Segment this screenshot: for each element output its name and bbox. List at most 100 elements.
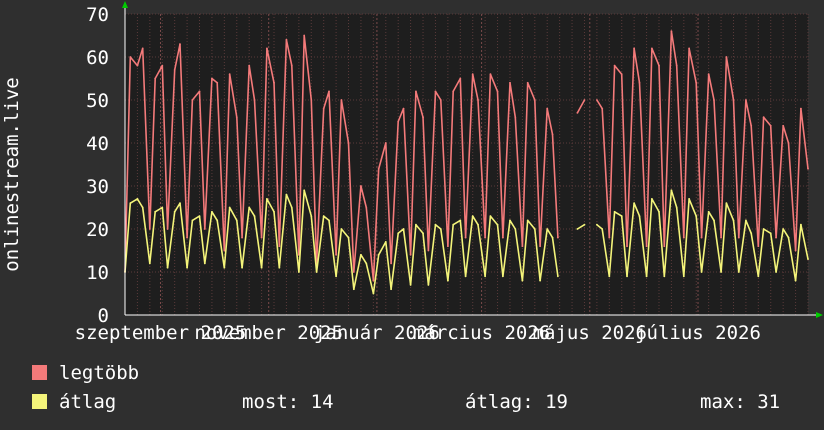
data-point bbox=[360, 185, 362, 187]
data-point bbox=[191, 99, 194, 101]
y-tick-label: 60 bbox=[86, 47, 109, 69]
data-point bbox=[576, 228, 579, 230]
data-point bbox=[576, 112, 579, 114]
data-point bbox=[645, 245, 648, 248]
data-point bbox=[434, 90, 437, 93]
legend-swatch-max bbox=[32, 365, 47, 380]
stat-max-value: 31 bbox=[757, 391, 781, 413]
data-point bbox=[179, 202, 181, 205]
data-point bbox=[546, 228, 549, 230]
y-tick-label: 40 bbox=[86, 133, 109, 155]
data-point bbox=[384, 142, 387, 144]
data-point bbox=[322, 107, 325, 110]
data-point bbox=[762, 228, 765, 230]
data-point bbox=[787, 236, 790, 239]
data-point bbox=[141, 206, 144, 209]
data-point bbox=[682, 236, 685, 239]
data-point bbox=[775, 236, 777, 239]
data-point bbox=[328, 219, 330, 222]
data-point bbox=[725, 56, 728, 58]
data-point bbox=[278, 266, 281, 269]
data-point bbox=[248, 64, 251, 67]
y-axis-label: onlinestream.live bbox=[1, 77, 23, 271]
data-point bbox=[347, 236, 350, 239]
stat-avg-label: átlag: bbox=[465, 391, 534, 413]
data-point bbox=[422, 232, 424, 235]
data-point bbox=[658, 64, 660, 67]
data-point bbox=[136, 64, 139, 67]
data-point bbox=[459, 219, 462, 222]
data-point bbox=[297, 271, 300, 273]
data-point bbox=[335, 275, 338, 278]
data-point bbox=[595, 223, 598, 226]
x-tick-label: március 2026 bbox=[413, 322, 550, 344]
x-tick-label: július 2026 bbox=[635, 322, 761, 344]
data-point bbox=[390, 262, 393, 265]
data-point bbox=[278, 245, 281, 248]
data-point bbox=[700, 271, 703, 273]
data-point bbox=[248, 206, 251, 209]
data-point bbox=[439, 99, 442, 101]
data-point bbox=[203, 262, 206, 265]
data-point bbox=[675, 64, 678, 67]
data-point bbox=[471, 73, 474, 76]
data-point bbox=[154, 210, 157, 213]
data-point bbox=[223, 249, 226, 252]
data-point bbox=[161, 64, 164, 67]
data-point bbox=[720, 236, 722, 239]
data-point bbox=[583, 223, 586, 226]
data-point bbox=[526, 219, 529, 222]
data-point bbox=[707, 73, 710, 76]
data-point bbox=[670, 189, 673, 192]
data-point bbox=[501, 236, 504, 239]
data-point bbox=[129, 202, 132, 205]
data-point bbox=[198, 215, 201, 218]
data-point bbox=[762, 116, 765, 119]
data-point bbox=[310, 215, 313, 218]
data-point bbox=[782, 228, 785, 230]
data-point bbox=[670, 30, 673, 33]
data-point bbox=[608, 236, 611, 239]
legend-swatch-avg bbox=[32, 394, 47, 409]
data-point bbox=[526, 81, 529, 84]
data-point bbox=[713, 99, 715, 101]
y-tick-label: 30 bbox=[86, 176, 109, 198]
data-point bbox=[154, 77, 157, 80]
data-point bbox=[489, 73, 492, 76]
data-point bbox=[633, 47, 636, 50]
data-point bbox=[509, 81, 511, 84]
data-point bbox=[372, 279, 375, 282]
data-point bbox=[737, 236, 740, 239]
data-point bbox=[800, 107, 802, 110]
data-point bbox=[186, 236, 188, 239]
data-point bbox=[173, 210, 176, 213]
data-point bbox=[211, 210, 213, 213]
data-point bbox=[484, 236, 487, 239]
data-point bbox=[638, 81, 641, 84]
data-point bbox=[384, 241, 387, 243]
y-tick-label: 10 bbox=[86, 262, 109, 284]
data-point bbox=[732, 219, 735, 222]
data-point bbox=[551, 133, 554, 136]
data-point bbox=[477, 99, 479, 101]
data-point bbox=[787, 142, 790, 144]
data-point bbox=[650, 198, 653, 200]
data-point bbox=[688, 198, 691, 200]
stat-max: max: 31 bbox=[700, 391, 780, 413]
data-point bbox=[452, 90, 455, 93]
data-point bbox=[290, 64, 293, 67]
data-point bbox=[688, 47, 691, 50]
data-point bbox=[228, 206, 231, 209]
data-point bbox=[713, 219, 715, 222]
x-axis-arrow bbox=[816, 312, 823, 318]
data-point bbox=[352, 271, 355, 273]
data-point bbox=[372, 292, 375, 295]
data-point bbox=[347, 142, 350, 144]
data-point bbox=[459, 77, 462, 80]
stat-now: most: 14 bbox=[242, 391, 334, 413]
data-point bbox=[179, 43, 181, 45]
data-point bbox=[161, 206, 164, 209]
data-point bbox=[360, 253, 362, 256]
data-point bbox=[446, 279, 449, 282]
data-point bbox=[556, 275, 559, 278]
